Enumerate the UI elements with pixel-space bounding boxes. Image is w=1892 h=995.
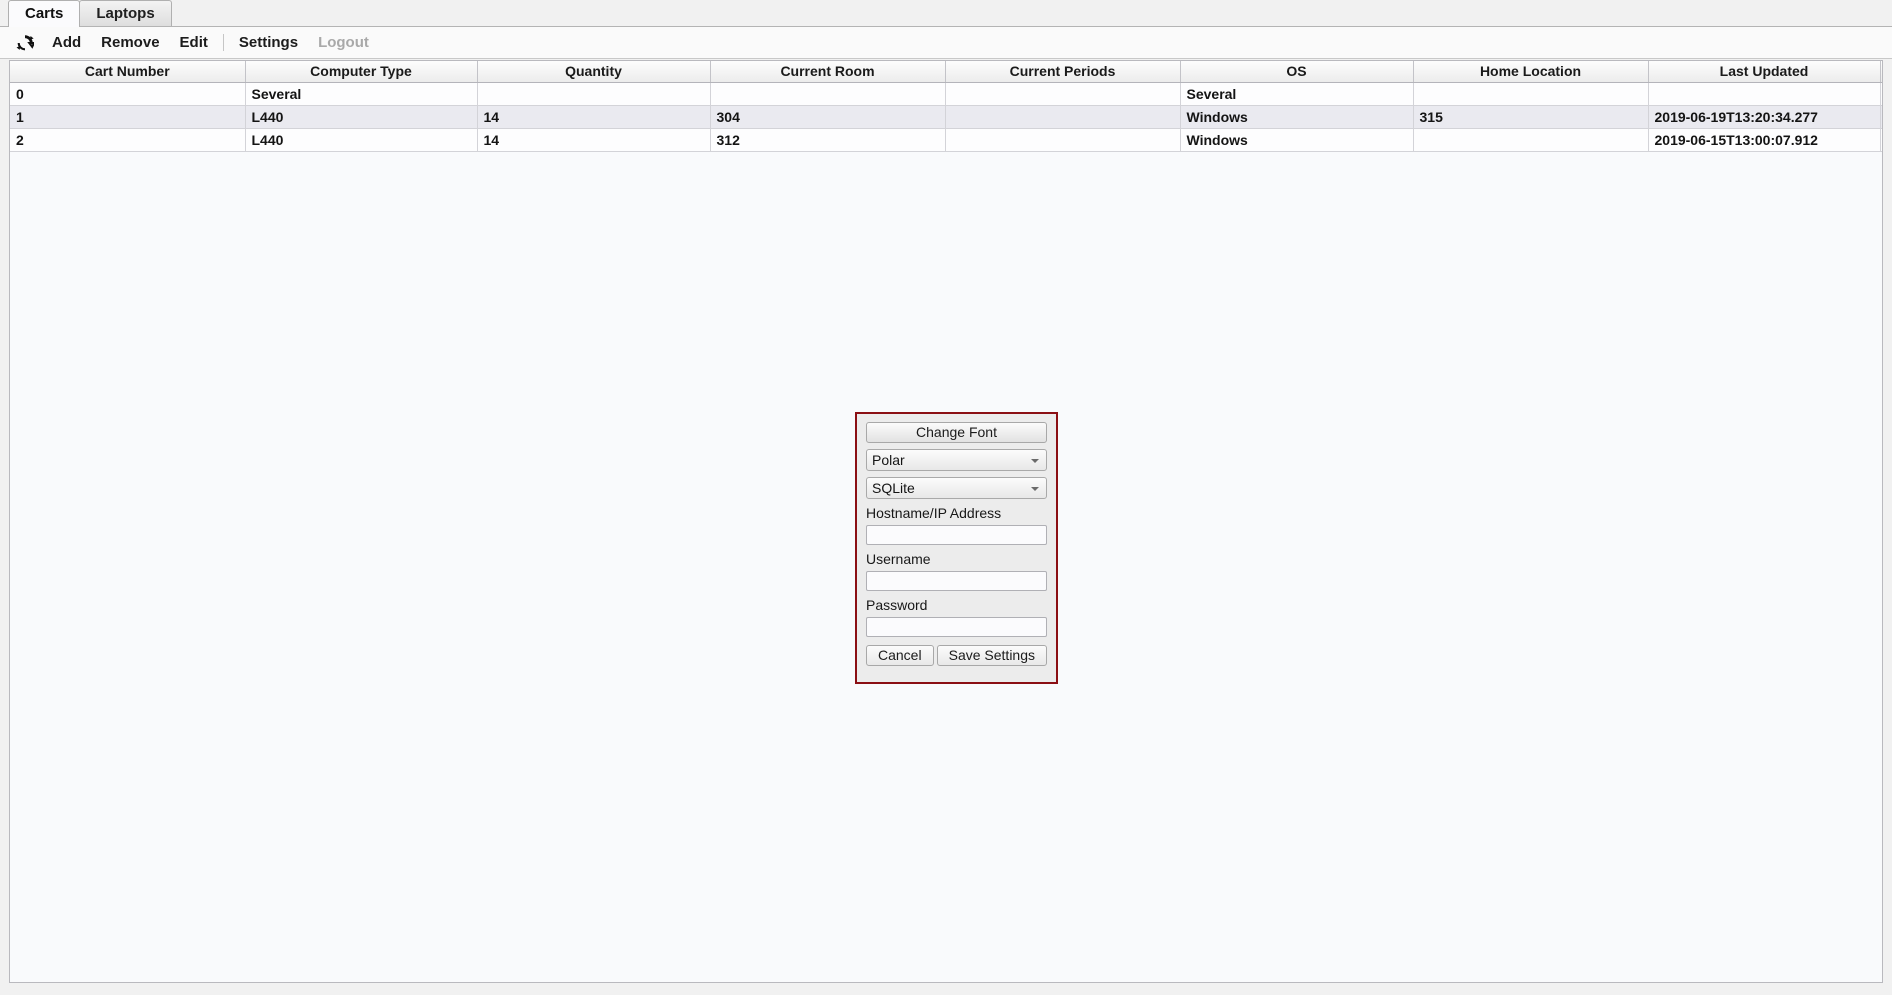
column-header-os[interactable]: OS [1180, 61, 1414, 83]
cell-last-updated: 2019-06-15T13:00:07.912 [1648, 128, 1881, 152]
cell-computer-type: Several [245, 82, 478, 106]
cell-gutter [1880, 82, 1882, 106]
application-window: Carts Laptops Add Remove Edit Settings L… [0, 0, 1892, 995]
cell-quantity [477, 82, 711, 106]
chevron-down-icon [1031, 487, 1039, 491]
content-panel: Cart Number Computer Type Quantity Curre… [9, 60, 1883, 983]
table-row[interactable]: 0 Several Several [10, 82, 1882, 106]
table-row[interactable]: 1 L440 14 304 Windows 315 2019-06-19T13:… [10, 105, 1882, 129]
carts-table: Cart Number Computer Type Quantity Curre… [10, 61, 1882, 152]
cell-quantity: 14 [477, 128, 711, 152]
refresh-icon [16, 34, 34, 50]
chevron-down-icon [1031, 459, 1039, 463]
tab-carts-label: Carts [25, 5, 64, 22]
database-type-value: SQLite [872, 480, 915, 496]
cell-current-periods [945, 105, 1181, 129]
cell-current-periods [945, 128, 1181, 152]
cell-current-room [710, 82, 946, 106]
toolbar-separator [222, 34, 224, 51]
remove-button[interactable]: Remove [91, 32, 169, 53]
settings-dialog: Change Font Polar SQLite Hostname/IP Add… [855, 412, 1058, 684]
add-button[interactable]: Add [42, 32, 91, 53]
cell-gutter [1880, 105, 1882, 129]
dialog-button-row: Cancel Save Settings [866, 645, 1048, 666]
column-header-cart-number[interactable]: Cart Number [10, 61, 246, 83]
cell-last-updated: 2019-06-19T13:20:34.277 [1648, 105, 1881, 129]
tab-bar: Carts Laptops [0, 0, 1892, 27]
cell-os: Windows [1180, 128, 1414, 152]
cell-cart-number: 2 [10, 128, 246, 152]
cell-os: Windows [1180, 105, 1414, 129]
change-font-button[interactable]: Change Font [866, 422, 1047, 443]
column-header-quantity[interactable]: Quantity [477, 61, 711, 83]
save-settings-button[interactable]: Save Settings [936, 645, 1048, 666]
cell-os: Several [1180, 82, 1414, 106]
hostname-field[interactable] [866, 525, 1047, 545]
table-header-row: Cart Number Computer Type Quantity Curre… [10, 61, 1882, 83]
cell-computer-type: L440 [245, 128, 478, 152]
column-header-home-location[interactable]: Home Location [1413, 61, 1649, 83]
font-select[interactable]: Polar [866, 449, 1047, 471]
cell-quantity: 14 [477, 105, 711, 129]
password-label: Password [866, 597, 928, 613]
password-field[interactable] [866, 617, 1047, 637]
username-field[interactable] [866, 571, 1047, 591]
column-header-current-periods[interactable]: Current Periods [945, 61, 1181, 83]
tab-laptops[interactable]: Laptops [79, 0, 172, 26]
logout-button: Logout [318, 34, 369, 51]
cancel-button[interactable]: Cancel [866, 645, 934, 666]
cell-cart-number: 0 [10, 82, 246, 106]
cell-cart-number: 1 [10, 105, 246, 129]
column-header-last-updated[interactable]: Last Updated [1648, 61, 1881, 83]
cell-computer-type: L440 [245, 105, 478, 129]
cell-home-location: 315 [1413, 105, 1649, 129]
hostname-label: Hostname/IP Address [866, 505, 1002, 521]
cell-home-location [1413, 82, 1649, 106]
font-select-value: Polar [872, 452, 905, 468]
column-header-gutter [1880, 61, 1882, 83]
tab-carts[interactable]: Carts [8, 0, 81, 27]
cell-current-room: 312 [710, 128, 946, 152]
tab-laptops-label: Laptops [96, 5, 155, 22]
table-row[interactable]: 2 L440 14 312 Windows 2019-06-15T13:00:0… [10, 128, 1882, 152]
column-header-current-room[interactable]: Current Room [710, 61, 946, 83]
edit-button[interactable]: Edit [170, 32, 218, 53]
cell-home-location [1413, 128, 1649, 152]
cell-current-periods [945, 82, 1181, 106]
username-label: Username [866, 551, 931, 567]
cell-gutter [1880, 128, 1882, 152]
refresh-button[interactable] [14, 32, 36, 54]
toolbar: Add Remove Edit Settings Logout [0, 27, 1892, 59]
column-header-computer-type[interactable]: Computer Type [245, 61, 478, 83]
cell-current-room: 304 [710, 105, 946, 129]
settings-button[interactable]: Settings [229, 32, 308, 53]
database-type-select[interactable]: SQLite [866, 477, 1047, 499]
cell-last-updated [1648, 82, 1881, 106]
